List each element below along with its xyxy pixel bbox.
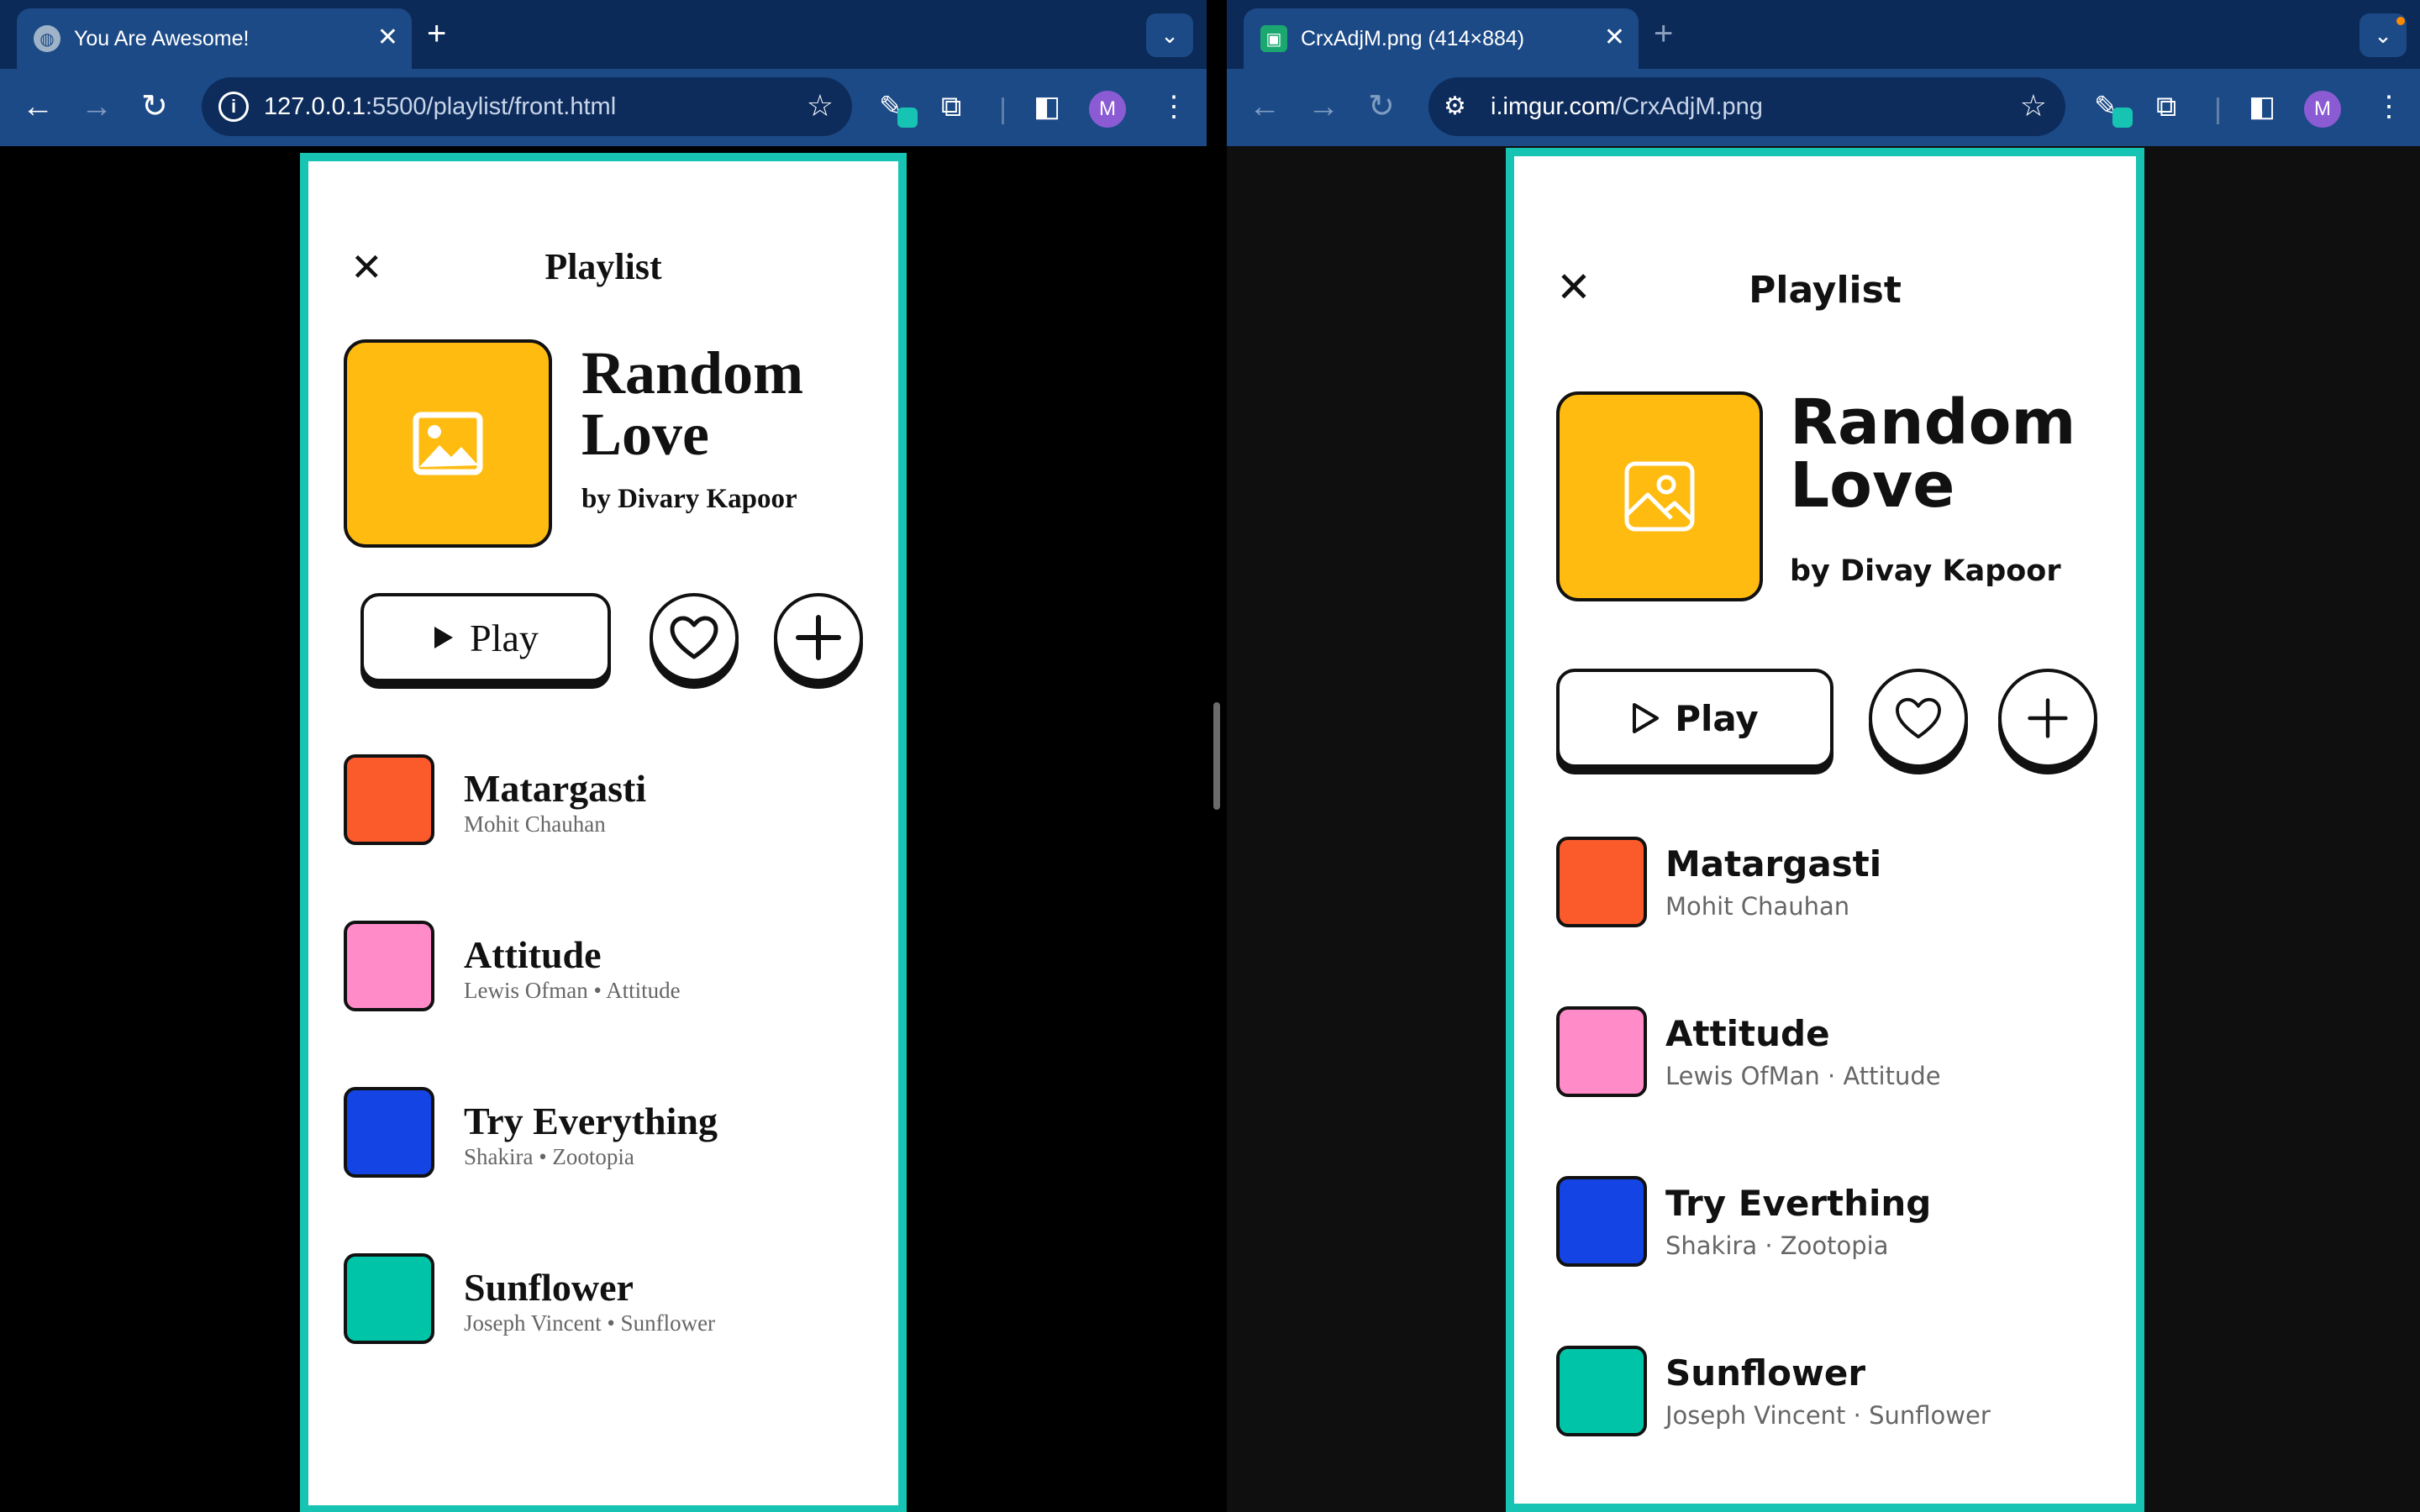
song-subtitle: Lewis OfMan · Attitude	[1665, 1062, 1941, 1090]
playlist-author: by Divary Kapoor	[581, 484, 797, 514]
chevron-down-icon[interactable]: ⌄	[1146, 13, 1193, 57]
song-subtitle: Joseph Vincent · Sunflower	[1665, 1401, 1991, 1430]
forward-arrow-icon[interactable]: →	[81, 87, 113, 126]
song-subtitle: Lewis Ofman • Attitude	[464, 978, 681, 1003]
song-swatch	[344, 1253, 434, 1344]
heart-icon	[1896, 697, 1941, 739]
url-text: 127.0.0.1:5500/playlist/front.html	[264, 93, 617, 120]
plus-icon	[796, 615, 841, 660]
side-panel-icon[interactable]: ◧	[1034, 89, 1060, 124]
tab-title: CrxAdjM.png (414×884)	[1301, 27, 1525, 50]
song-title: Matargasti	[1665, 843, 1882, 885]
song-subtitle: Mohit Chauhan	[1665, 892, 1850, 921]
image-icon	[413, 412, 483, 475]
star-icon[interactable]: ☆	[807, 89, 834, 123]
like-button	[1869, 669, 1968, 768]
play-button: Play	[1556, 669, 1833, 768]
play-icon	[434, 627, 454, 648]
address-bar[interactable]: i 127.0.0.1:5500/playlist/front.html ☆	[202, 77, 852, 136]
page-content: ✕ Playlist Random Love by Divay Kapoor P…	[1227, 146, 2420, 1512]
right-browser-window: ▣ CrxAdjM.png (414×884) ✕ + ⌄ ← → ↻ ⚙ i.…	[1227, 0, 2420, 1512]
song-swatch	[344, 1087, 434, 1178]
page-content: ✕ Playlist Random Love by Divary Kapoor …	[0, 146, 1207, 1512]
avatar[interactable]: M	[1089, 91, 1126, 128]
active-tab[interactable]: ▣ CrxAdjM.png (414×884) ✕	[1244, 8, 1639, 69]
song-swatch	[344, 921, 434, 1011]
song-subtitle: Mohit Chauhan	[464, 811, 606, 837]
globe-icon: ◍	[34, 25, 60, 52]
left-browser-window: ◍ You Are Awesome! ✕ + ⌄ ← → ↻ i 127.0.0…	[0, 0, 1207, 1512]
puzzle-icon[interactable]: ⧉	[941, 89, 961, 124]
song-swatch	[1556, 1176, 1647, 1267]
close-icon[interactable]: ✕	[1604, 24, 1625, 52]
add-button	[1998, 669, 2097, 768]
playlist-screenshot-image: ✕ Playlist Random Love by Divay Kapoor P…	[1506, 148, 2144, 1512]
extension-badge	[897, 108, 918, 128]
reload-icon[interactable]: ↻	[141, 87, 168, 126]
close-icon[interactable]: ✕	[377, 24, 398, 52]
song-swatch	[1556, 837, 1647, 927]
playlist-title: Random Love	[581, 339, 804, 469]
playlist-screen: ✕ Playlist Random Love by Divary Kapoor …	[300, 153, 907, 1512]
song-swatch	[1556, 1346, 1647, 1436]
extension-badge	[2112, 108, 2133, 128]
tune-icon[interactable]: ⚙	[1444, 92, 1466, 121]
url-text: i.imgur.com/CrxAdjM.png	[1491, 93, 1763, 120]
song-title: Attitude	[1665, 1013, 1830, 1054]
toolbar-divider	[2217, 97, 2219, 124]
tab-strip: ▣ CrxAdjM.png (414×884) ✕ + ⌄	[1227, 0, 2420, 69]
image-icon: ▣	[1260, 25, 1287, 52]
plus-icon[interactable]: +	[427, 15, 446, 52]
plus-icon	[2028, 698, 2068, 738]
resize-handle[interactable]	[1213, 702, 1220, 810]
playlist-cover	[344, 339, 552, 548]
image-icon	[1624, 461, 1695, 532]
plus-icon[interactable]: +	[1654, 15, 1673, 52]
page-title: Playlist	[544, 246, 662, 287]
star-icon[interactable]: ☆	[2020, 89, 2047, 123]
notification-dot	[2396, 17, 2405, 25]
playlist-cover	[1556, 391, 1763, 601]
info-icon[interactable]: i	[218, 92, 249, 122]
puzzle-icon[interactable]: ⧉	[2156, 89, 2176, 124]
play-button[interactable]: Play	[360, 593, 611, 682]
split-divider[interactable]	[1207, 0, 1227, 1512]
back-arrow-icon[interactable]: ←	[1249, 87, 1281, 126]
tab-strip: ◍ You Are Awesome! ✕ + ⌄	[0, 0, 1207, 69]
song-title: Matargasti	[464, 767, 647, 810]
song-title: Sunflower	[1665, 1352, 1866, 1394]
reload-icon[interactable]: ↻	[1368, 87, 1395, 126]
avatar[interactable]: M	[2304, 91, 2341, 128]
side-panel-icon[interactable]: ◧	[2249, 89, 2275, 124]
browser-toolbar: ← → ↻ ⚙ i.imgur.com/CrxAdjM.png ☆ ✎ ⧉ ◧ …	[1227, 69, 2420, 146]
playlist-author: by Divay Kapoor	[1790, 554, 2061, 588]
song-subtitle: Joseph Vincent • Sunflower	[464, 1310, 716, 1336]
song-title: Attitude	[464, 933, 602, 976]
back-arrow-icon[interactable]: ←	[22, 87, 54, 126]
heart-icon	[670, 616, 718, 659]
song-title: Sunflower	[464, 1266, 634, 1309]
toolbar-divider	[1002, 97, 1004, 124]
page-title: Playlist	[1749, 269, 1902, 312]
like-button[interactable]	[650, 593, 739, 682]
tab-title: You Are Awesome!	[74, 27, 250, 50]
add-button[interactable]	[774, 593, 863, 682]
play-icon	[1633, 703, 1660, 733]
browser-toolbar: ← → ↻ i 127.0.0.1:5500/playlist/front.ht…	[0, 69, 1207, 146]
active-tab[interactable]: ◍ You Are Awesome! ✕	[17, 8, 412, 69]
address-bar[interactable]: ⚙ i.imgur.com/CrxAdjM.png ☆	[1428, 77, 2065, 136]
song-swatch	[1556, 1006, 1647, 1097]
chevron-down-icon[interactable]: ⌄	[2360, 13, 2407, 57]
song-title: Try Everything	[464, 1100, 718, 1142]
song-subtitle: Shakira · Zootopia	[1665, 1231, 1889, 1260]
song-swatch	[344, 754, 434, 845]
song-subtitle: Shakira • Zootopia	[464, 1144, 634, 1169]
song-title: Try Everthing	[1665, 1183, 1932, 1224]
kebab-menu-icon[interactable]: ⋮	[1160, 89, 1188, 124]
forward-arrow-icon[interactable]: →	[1307, 87, 1339, 126]
playlist-title: Random Love	[1790, 386, 2076, 522]
kebab-menu-icon[interactable]: ⋮	[2375, 89, 2403, 124]
